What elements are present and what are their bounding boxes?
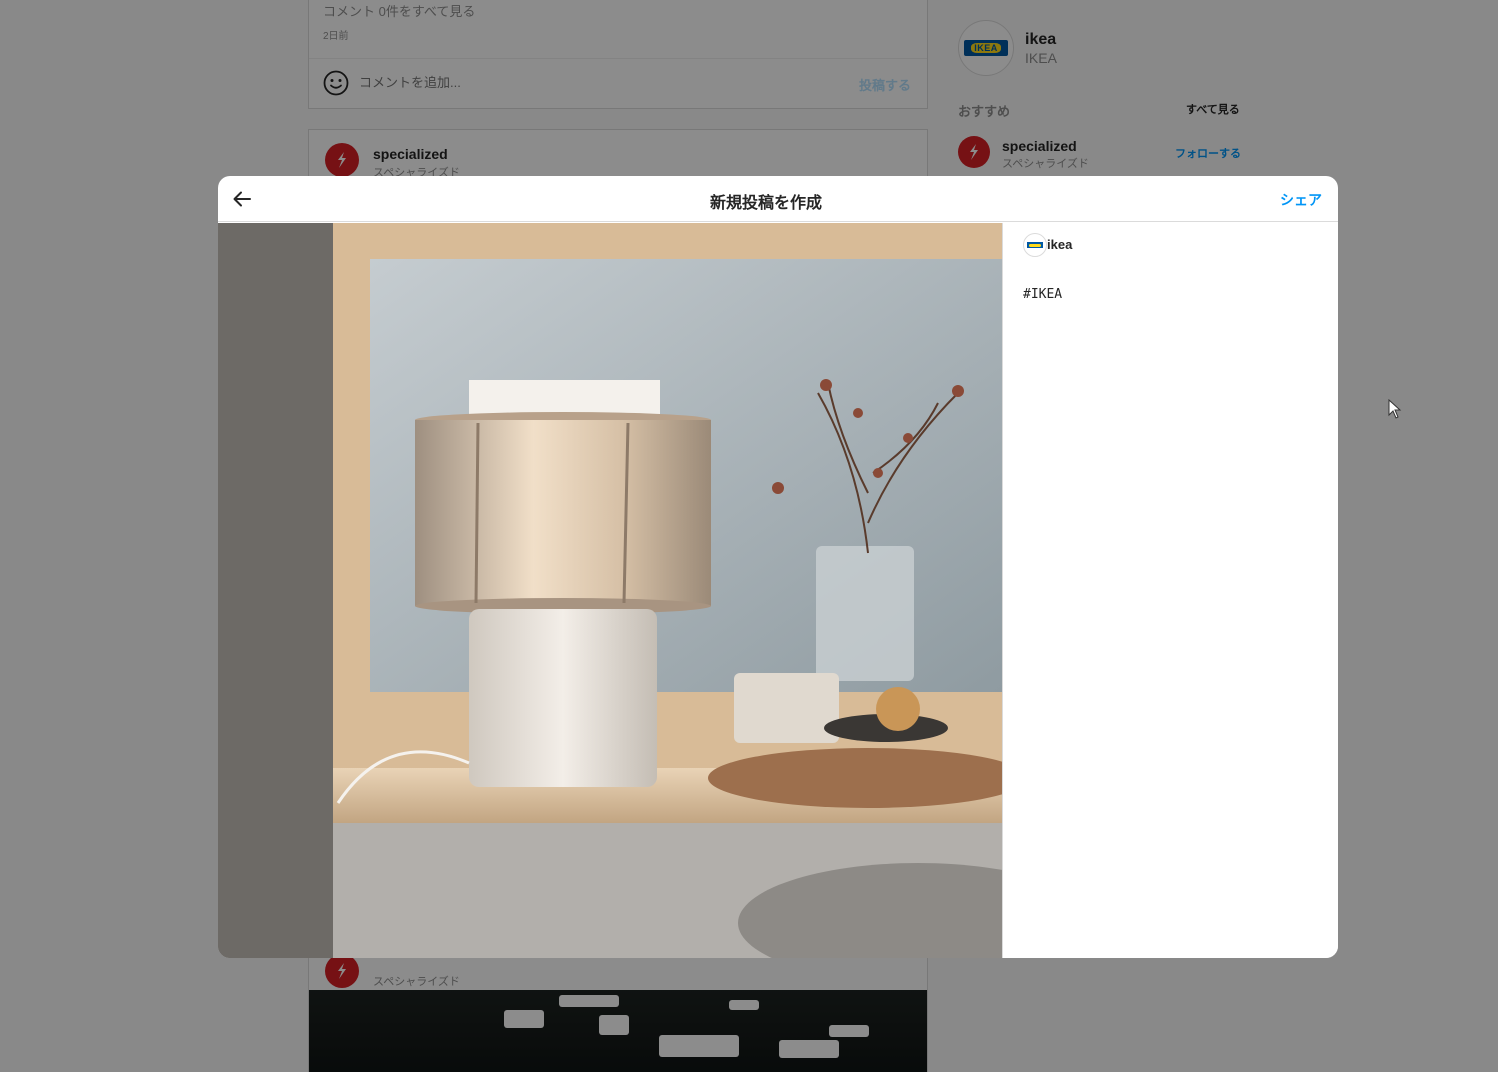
avatar (1023, 233, 1047, 257)
share-button[interactable]: シェア (1280, 190, 1322, 210)
post-photo (218, 223, 1002, 958)
caption-input[interactable]: #IKEA (1023, 287, 1323, 487)
caption-panel: ikea #IKEA (1002, 223, 1338, 958)
mouse-cursor-icon (1388, 399, 1402, 419)
create-post-modal: 新規投稿を作成 シェア ikea #IKEA (218, 176, 1338, 958)
post-author-username: ikea (1047, 237, 1073, 252)
ikea-logo-icon (1027, 242, 1043, 248)
modal-header: 新規投稿を作成 シェア (218, 176, 1338, 222)
lamp-photo-image (218, 223, 1002, 958)
modal-title: 新規投稿を作成 (709, 195, 822, 212)
